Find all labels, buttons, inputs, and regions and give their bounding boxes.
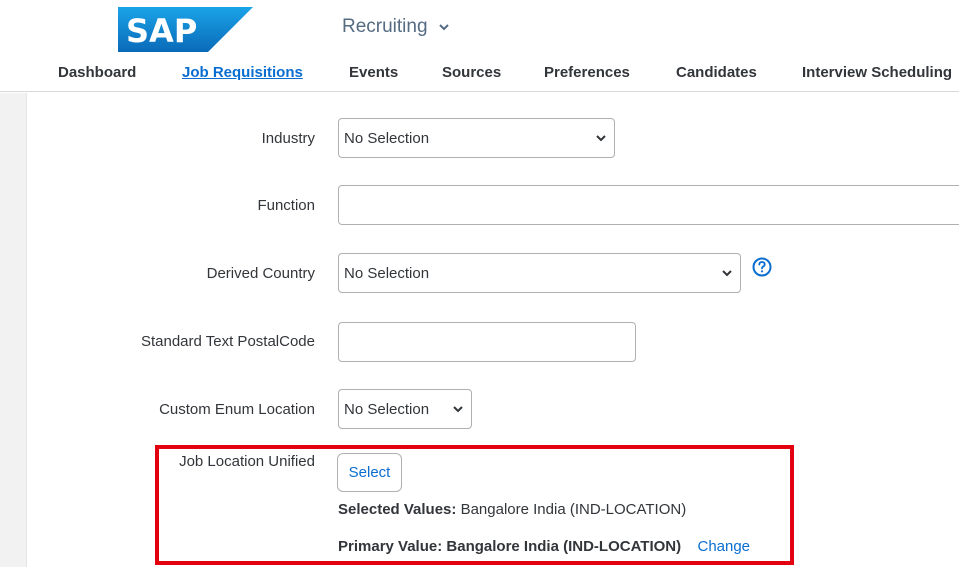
nav-sources[interactable]: Sources [442, 64, 501, 81]
chevron-down-icon [453, 405, 463, 412]
left-side-panel [0, 93, 27, 567]
chevron-down-icon [438, 24, 449, 31]
primary-value-line: Primary Value: Bangalore India (IND-LOCA… [338, 538, 750, 555]
nav-events[interactable]: Events [349, 64, 398, 81]
industry-label: Industry [261, 130, 315, 147]
nav-candidates[interactable]: Candidates [676, 64, 757, 81]
selected-values-text: Bangalore India (IND-LOCATION) [460, 501, 687, 518]
primary-value-label: Primary Value: [338, 538, 443, 555]
selected-values-label: Selected Values: [338, 501, 457, 518]
job-location-label: Job Location Unified [179, 453, 315, 470]
chevron-down-icon [722, 269, 732, 276]
sap-logo: SAP [118, 7, 253, 52]
postal-code-input[interactable] [338, 322, 636, 362]
top-navigation: Dashboard Job Requisitions Events Source… [0, 64, 959, 88]
module-switcher[interactable]: Recruiting [342, 16, 450, 38]
change-link[interactable]: Change [697, 538, 750, 555]
help-circle-icon[interactable] [752, 257, 772, 277]
brand-text: SAP [126, 12, 197, 50]
nav-job-requisitions[interactable]: Job Requisitions [182, 64, 303, 81]
app-header: SAP Recruiting Dashboard Job Requisition… [0, 0, 959, 92]
derived-country-select[interactable]: No Selection [338, 253, 741, 293]
nav-dashboard[interactable]: Dashboard [58, 64, 136, 81]
selected-values-line: Selected Values: Bangalore India (IND-LO… [338, 501, 686, 518]
postal-code-label: Standard Text PostalCode [140, 333, 315, 350]
derived-country-select-value: No Selection [344, 264, 430, 282]
select-button[interactable]: Select [337, 453, 402, 492]
custom-enum-location-select-value: No Selection [344, 400, 430, 418]
custom-enum-location-label: Custom Enum Location [159, 401, 315, 418]
function-label: Function [257, 197, 315, 214]
industry-select-value: No Selection [344, 129, 430, 147]
primary-value-text: Bangalore India (IND-LOCATION) [446, 538, 682, 555]
nav-preferences[interactable]: Preferences [544, 64, 630, 81]
chevron-down-icon [596, 134, 606, 141]
derived-country-label: Derived Country [206, 265, 315, 282]
industry-select[interactable]: No Selection [338, 118, 615, 158]
module-label: Recruiting [342, 16, 428, 37]
function-input[interactable] [338, 185, 959, 225]
custom-enum-location-select[interactable]: No Selection [338, 389, 472, 429]
nav-interview-scheduling[interactable]: Interview Scheduling [802, 64, 952, 81]
